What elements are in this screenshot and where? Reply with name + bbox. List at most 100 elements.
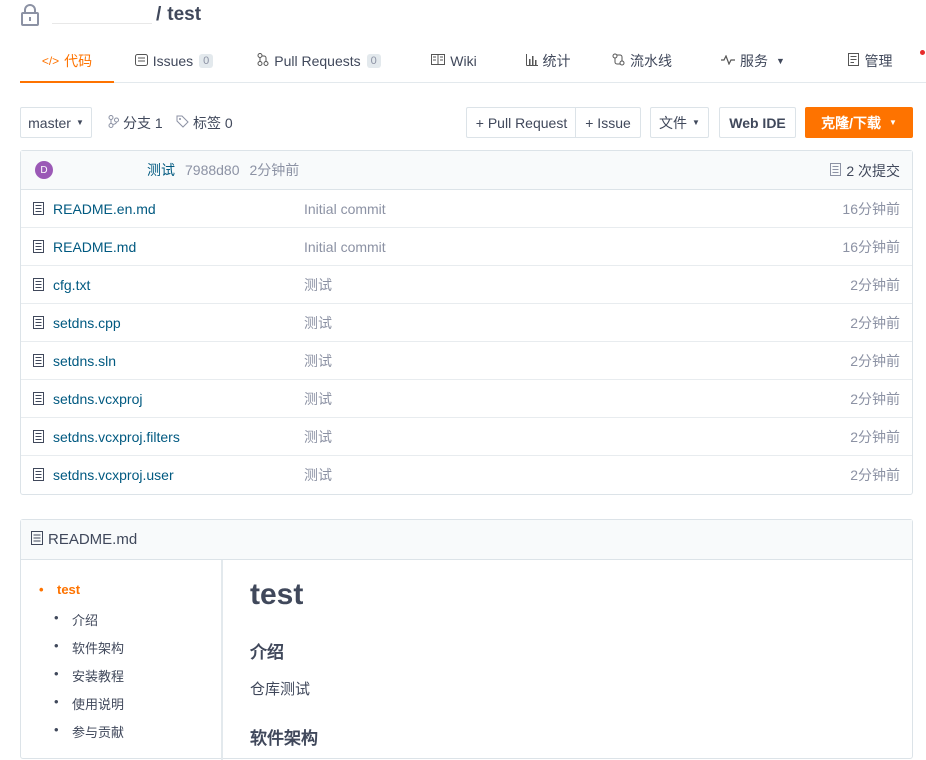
file-commit-time: 16分钟前 [842, 238, 900, 255]
file-commit-message[interactable]: 测试 [304, 313, 332, 333]
file-name-link[interactable]: setdns.vcxproj.user [53, 467, 174, 483]
admin-icon [847, 53, 860, 69]
file-commit-message[interactable]: 测试 [304, 465, 332, 485]
file-row[interactable]: README.md Initial commit 16分钟前 [21, 228, 912, 266]
commit-message[interactable]: 测试 [147, 160, 175, 180]
commit-count-link[interactable]: 2 次提交 [830, 151, 900, 190]
file-commit-time: 2分钟前 [850, 390, 900, 407]
file-row[interactable]: setdns.cpp 测试 2分钟前 [21, 304, 912, 342]
file-commit-time: 2分钟前 [850, 352, 900, 369]
file-commit-time: 16分钟前 [842, 200, 900, 217]
tab-stats[interactable]: 统计 [504, 40, 592, 82]
file-row[interactable]: setdns.sln 测试 2分钟前 [21, 342, 912, 380]
file-commit-time: 2分钟前 [850, 428, 900, 445]
tab-pipeline[interactable]: 流水线 [592, 40, 692, 82]
readme-header: README.md [21, 520, 912, 560]
repo-separator: / [156, 4, 162, 25]
tab-label: Wiki [450, 53, 477, 69]
file-commit-message[interactable]: 测试 [304, 427, 332, 447]
file-row[interactable]: setdns.vcxproj.filters 测试 2分钟前 [21, 418, 912, 456]
file-name-link[interactable]: cfg.txt [53, 277, 90, 293]
tab-pull-requests[interactable]: Pull Requests 0 [234, 40, 404, 82]
web-ide-button[interactable]: Web IDE [719, 107, 796, 138]
repo-owner-redacted[interactable] [52, 6, 152, 24]
branch-select-value: master [28, 114, 71, 131]
readme-panel: README.md test 介绍 软件架构 安装教程 使用说明 参与贡献 te… [20, 519, 913, 760]
file-row[interactable]: cfg.txt 测试 2分钟前 [21, 266, 912, 304]
code-icon: </> [41, 53, 60, 68]
tab-admin[interactable]: 管理 [814, 40, 926, 82]
tab-label: 管理 [864, 53, 893, 69]
toc-item-contribute[interactable]: 参与贡献 [54, 722, 124, 741]
repo-toolbar: master ▼ 分支 1 标签 0 + Pull Request + Issu… [20, 107, 913, 138]
file-name-link[interactable]: setdns.sln [53, 353, 116, 369]
file-list: D 测试 7988d80 2分钟前 2 次提交 README.en.md Init… [20, 150, 913, 495]
tags-count: 标签 0 [193, 114, 233, 131]
file-name-link[interactable]: setdns.vcxproj.filters [53, 429, 180, 445]
pulse-icon [721, 54, 736, 68]
file-commit-message[interactable]: 测试 [304, 275, 332, 295]
file-row[interactable]: setdns.vcxproj 测试 2分钟前 [21, 380, 912, 418]
branch-select[interactable]: master ▼ [20, 107, 92, 138]
tab-label: 服务 [740, 53, 769, 69]
toc-item-test[interactable]: test [39, 582, 80, 597]
file-icon [33, 278, 44, 294]
file-icon [33, 354, 44, 370]
avatar[interactable]: D [35, 161, 53, 179]
file-name-link[interactable]: setdns.cpp [53, 315, 121, 331]
repo-tabs: </> 代码 Issues 0 Pull Requests 0 Wiki 统计 … [20, 40, 926, 83]
tab-code[interactable]: </> 代码 [20, 40, 114, 83]
branches-link[interactable]: 分支 1 [108, 107, 163, 138]
issue-icon [134, 53, 148, 69]
toc-item-intro[interactable]: 介绍 [54, 610, 98, 629]
book-icon [431, 54, 446, 68]
clone-download-button[interactable]: 克隆/下载 ▼ [805, 107, 913, 138]
file-commit-message[interactable]: 测试 [304, 389, 332, 409]
readme-toc: test 介绍 软件架构 安装教程 使用说明 参与贡献 [21, 560, 223, 760]
pull-requests-count-badge: 0 [366, 54, 381, 68]
toc-item-install[interactable]: 安装教程 [54, 666, 124, 685]
new-pull-request-button[interactable]: + Pull Request [466, 107, 576, 138]
file-name-link[interactable]: README.en.md [53, 201, 156, 217]
tag-icon [176, 115, 189, 131]
file-icon [33, 392, 44, 408]
file-icon [33, 316, 44, 332]
tags-link[interactable]: 标签 0 [176, 107, 233, 138]
lock-icon [20, 3, 42, 27]
file-row[interactable]: README.en.md Initial commit 16分钟前 [21, 190, 912, 228]
readme-h2-architecture: 软件架构 [250, 729, 318, 748]
tab-issues[interactable]: Issues 0 [114, 40, 234, 82]
pull-request-icon [257, 53, 269, 69]
file-commit-time: 2分钟前 [850, 276, 900, 293]
toc-item-architecture[interactable]: 软件架构 [54, 638, 124, 657]
repo-name[interactable]: test [167, 4, 201, 26]
toc-item-usage[interactable]: 使用说明 [54, 694, 124, 713]
file-menu-label: 文件 [659, 114, 688, 131]
file-row[interactable]: setdns.vcxproj.user 测试 2分钟前 [21, 456, 912, 494]
notification-dot [920, 50, 925, 55]
issues-count-badge: 0 [199, 54, 214, 68]
commit-hash[interactable]: 7988d80 [185, 162, 240, 178]
tab-label: 代码 [64, 52, 93, 69]
readme-h1: test [250, 578, 304, 611]
pipeline-icon [612, 53, 625, 69]
file-icon [33, 202, 44, 218]
file-menu-button[interactable]: 文件 ▼ [650, 107, 709, 138]
file-commit-time: 2分钟前 [850, 467, 900, 483]
file-commit-message[interactable]: 测试 [304, 351, 332, 371]
file-commit-message[interactable]: Initial commit [304, 239, 386, 255]
tab-label: Issues [152, 53, 194, 69]
commit-author-redacted[interactable] [61, 163, 139, 177]
readme-h2-intro: 介绍 [250, 643, 284, 662]
tab-label: 流水线 [630, 53, 672, 69]
new-issue-button[interactable]: + Issue [575, 107, 641, 138]
caret-down-icon: ▼ [692, 118, 700, 127]
file-name-link[interactable]: README.md [53, 239, 136, 255]
file-icon [31, 530, 43, 549]
tab-label: 统计 [542, 53, 571, 69]
branches-count: 分支 1 [123, 114, 163, 131]
file-commit-message[interactable]: Initial commit [304, 201, 386, 217]
tab-services[interactable]: 服务 ▼ [692, 40, 814, 82]
file-name-link[interactable]: setdns.vcxproj [53, 391, 142, 407]
tab-wiki[interactable]: Wiki [404, 40, 504, 82]
